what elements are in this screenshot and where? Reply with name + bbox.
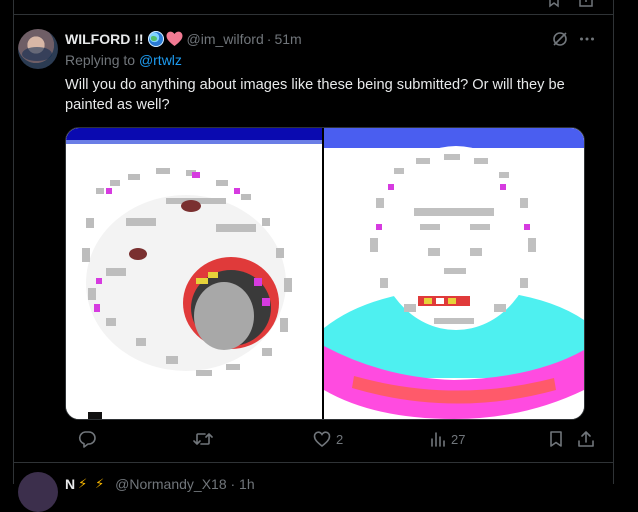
avatar[interactable] — [18, 29, 58, 69]
user-handle[interactable]: @im_wilford — [187, 31, 264, 47]
next-tweet-header: N ⚡ ⚡ @Normandy_X18 · 1h — [65, 476, 255, 492]
heart-icon — [313, 430, 331, 448]
globe-emoji-icon — [147, 31, 164, 47]
more-icon[interactable] — [577, 30, 597, 48]
lightning-emoji-icon: ⚡ — [95, 476, 105, 491]
top-divider — [14, 14, 613, 15]
like-count: 2 — [336, 431, 344, 447]
replying-to-link[interactable]: @rtwlz — [139, 52, 182, 68]
tweet-header: WILFORD !! @im_wilford · 51m — [65, 30, 302, 48]
display-name[interactable]: WILFORD !! — [65, 31, 144, 47]
grok-icon[interactable] — [550, 30, 570, 48]
retweet-button[interactable] — [193, 429, 218, 449]
lightning-emoji-icon: ⚡ — [78, 476, 88, 491]
previous-tweet-share-icon[interactable] — [579, 0, 593, 8]
tweet-actions: 2 27 — [65, 429, 595, 449]
previous-tweet-bookmark-icon[interactable] — [547, 0, 561, 8]
replying-to-line: Replying to @rtwlz — [65, 52, 182, 68]
reply-button[interactable] — [78, 429, 101, 449]
bookmark-button[interactable] — [548, 429, 564, 449]
next-tweet-avatar[interactable] — [18, 472, 58, 512]
name-emoji-group — [147, 31, 183, 47]
bottom-divider — [14, 462, 613, 463]
timestamp[interactable]: 51m — [274, 31, 301, 47]
next-tweet-display-name[interactable]: N — [65, 476, 75, 492]
pink-heart-emoji-icon — [166, 31, 183, 47]
replying-prefix: Replying to — [65, 52, 136, 68]
share-button[interactable] — [577, 429, 595, 449]
media-grid[interactable] — [65, 127, 585, 420]
media-image-right[interactable] — [324, 128, 584, 419]
next-tweet-handle[interactable]: @Normandy_X18 · 1h — [115, 476, 255, 492]
views-button[interactable]: 27 — [430, 429, 465, 449]
reply-icon — [78, 430, 96, 448]
separator-dot: · — [266, 31, 272, 47]
media-image-left[interactable] — [66, 128, 322, 419]
bookmark-icon — [548, 430, 564, 448]
like-button[interactable]: 2 — [313, 429, 343, 449]
views-icon — [430, 431, 446, 447]
views-count: 27 — [451, 431, 466, 447]
retweet-icon — [193, 430, 213, 448]
share-icon — [577, 430, 595, 448]
tweet-text: Will you do anything about images like t… — [65, 77, 565, 113]
